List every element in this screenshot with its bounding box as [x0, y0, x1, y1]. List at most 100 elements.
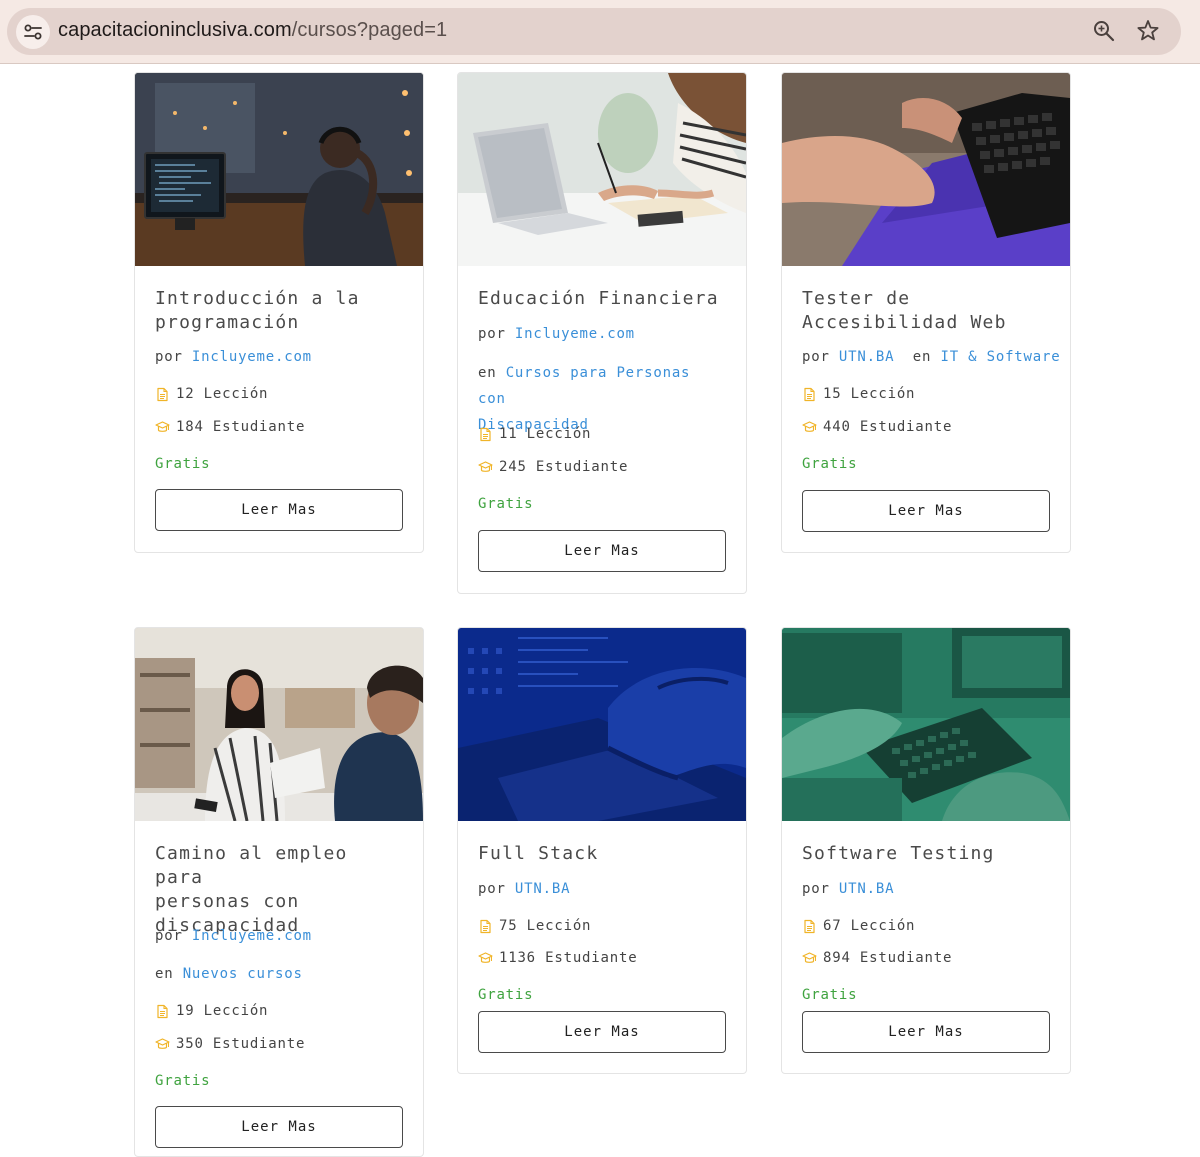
course-price: Gratis [155, 1073, 211, 1089]
course-title-line: Introducción a la [155, 288, 360, 309]
course-thumbnail[interactable] [782, 73, 1070, 266]
category-link[interactable]: IT & Software [940, 349, 1060, 365]
zoom-icon[interactable] [1091, 18, 1117, 44]
course-title[interactable]: Tester de Accesibilidad Web [802, 287, 1050, 335]
address-bar[interactable]: capacitacioninclusiva.com/cursos?paged=1 [7, 8, 1181, 55]
course-thumbnail[interactable] [135, 628, 423, 821]
course-students: 245 Estudiante [478, 459, 726, 475]
graduation-cap-icon [478, 951, 493, 966]
students-count: 440 Estudiante [823, 419, 953, 435]
read-more-button[interactable]: Leer Mas [478, 530, 726, 572]
read-more-button[interactable]: Leer Mas [478, 1011, 726, 1053]
course-lessons: 15 Lección [802, 386, 1050, 402]
category-prefix: en [912, 349, 932, 365]
lessons-count: 11 Lección [499, 426, 592, 442]
course-title-line: personas con [155, 891, 300, 912]
graduation-cap-icon [155, 420, 170, 435]
document-icon [478, 919, 493, 934]
course-author-line: por UTN.BA [802, 881, 1050, 897]
graduation-cap-icon [802, 420, 817, 435]
course-price: Gratis [478, 496, 534, 512]
course-card[interactable]: Camino al empleo para personas con disca… [134, 627, 424, 1157]
course-students: 350 Estudiante [155, 1036, 403, 1052]
course-price: Gratis [478, 987, 534, 1003]
course-title-line: Educación Financiera [478, 288, 719, 309]
course-author-line: por Incluyeme.com [478, 326, 726, 342]
author-prefix: por [155, 349, 183, 365]
course-card[interactable]: Full Stack por UTN.BA 75 Lección 1136 Es… [457, 627, 747, 1074]
course-title[interactable]: Introducción a la programación [155, 287, 403, 335]
author-prefix: por [802, 349, 830, 365]
course-author-line: por UTN.BA [478, 881, 726, 897]
course-title[interactable]: Full Stack [478, 842, 726, 866]
course-thumbnail[interactable] [458, 628, 746, 821]
course-card[interactable]: Educación Financiera por Incluyeme.com e… [457, 72, 747, 594]
lessons-count: 75 Lección [499, 918, 592, 934]
course-thumbnail[interactable] [782, 628, 1070, 821]
course-thumbnail[interactable] [458, 73, 746, 266]
course-students: 894 Estudiante [802, 950, 1050, 966]
author-link[interactable]: UTN.BA [839, 349, 894, 365]
url-text[interactable]: capacitacioninclusiva.com/cursos?paged=1 [58, 19, 447, 42]
document-icon [478, 427, 493, 442]
course-category-line: en Nuevos cursos [155, 966, 403, 982]
author-link[interactable]: Incluyeme.com [515, 326, 635, 342]
course-author-line: por UTN.BA en IT & Software [802, 349, 1060, 365]
course-title-line: programación [155, 312, 300, 333]
category-prefix: en [478, 365, 497, 381]
course-price: Gratis [802, 987, 858, 1003]
course-title-line: Full Stack [478, 843, 599, 864]
course-author-line: por Incluyeme.com [155, 928, 403, 944]
category-prefix: en [155, 966, 174, 982]
students-count: 184 Estudiante [176, 419, 306, 435]
course-students: 1136 Estudiante [478, 950, 726, 966]
course-title[interactable]: Camino al empleo para personas con disca… [155, 842, 403, 938]
course-students: 184 Estudiante [155, 419, 403, 435]
author-link[interactable]: UTN.BA [839, 881, 894, 897]
course-title-line: Tester de [802, 288, 911, 309]
category-link[interactable]: Cursos para Personas con [478, 365, 690, 407]
document-icon [155, 1004, 170, 1019]
students-count: 350 Estudiante [176, 1036, 306, 1052]
course-card[interactable]: Introducción a la programación por Inclu… [134, 72, 424, 553]
course-title-line: Accesibilidad Web [802, 312, 1007, 333]
lessons-count: 67 Lección [823, 918, 916, 934]
students-count: 245 Estudiante [499, 459, 629, 475]
lessons-count: 15 Lección [823, 386, 916, 402]
read-more-button[interactable]: Leer Mas [802, 490, 1050, 532]
course-lessons: 67 Lección [802, 918, 1050, 934]
document-icon [155, 387, 170, 402]
course-thumbnail[interactable] [135, 73, 423, 266]
read-more-button[interactable]: Leer Mas [155, 489, 403, 531]
url-path: /cursos?paged=1 [291, 19, 448, 41]
document-icon [802, 919, 817, 934]
course-price: Gratis [155, 456, 211, 472]
course-price: Gratis [802, 456, 858, 472]
course-title[interactable]: Educación Financiera [478, 287, 726, 311]
students-count: 1136 Estudiante [499, 950, 638, 966]
course-lessons: 75 Lección [478, 918, 726, 934]
star-icon[interactable] [1135, 18, 1161, 44]
course-card[interactable]: Tester de Accesibilidad Web por UTN.BA e… [781, 72, 1071, 553]
author-link[interactable]: Incluyeme.com [192, 928, 312, 944]
url-host: capacitacioninclusiva.com [58, 19, 292, 41]
document-icon [802, 387, 817, 402]
read-more-button[interactable]: Leer Mas [802, 1011, 1050, 1053]
author-link[interactable]: UTN.BA [515, 881, 570, 897]
graduation-cap-icon [802, 951, 817, 966]
author-prefix: por [478, 881, 506, 897]
author-link[interactable]: Incluyeme.com [192, 349, 312, 365]
course-students: 440 Estudiante [802, 419, 1050, 435]
course-title[interactable]: Software Testing [802, 842, 1050, 866]
course-title-line: Software Testing [802, 843, 995, 864]
category-link[interactable]: Nuevos cursos [183, 966, 303, 982]
course-lessons: 11 Lección [478, 426, 726, 442]
lessons-count: 19 Lección [176, 1003, 269, 1019]
lessons-count: 12 Lección [176, 386, 269, 402]
read-more-button[interactable]: Leer Mas [155, 1106, 403, 1148]
course-card[interactable]: Software Testing por UTN.BA 67 Lección 8… [781, 627, 1071, 1074]
course-title-line: Camino al empleo para [155, 843, 348, 888]
author-prefix: por [478, 326, 506, 342]
course-lessons: 12 Lección [155, 386, 403, 402]
site-info-button[interactable] [16, 15, 50, 49]
